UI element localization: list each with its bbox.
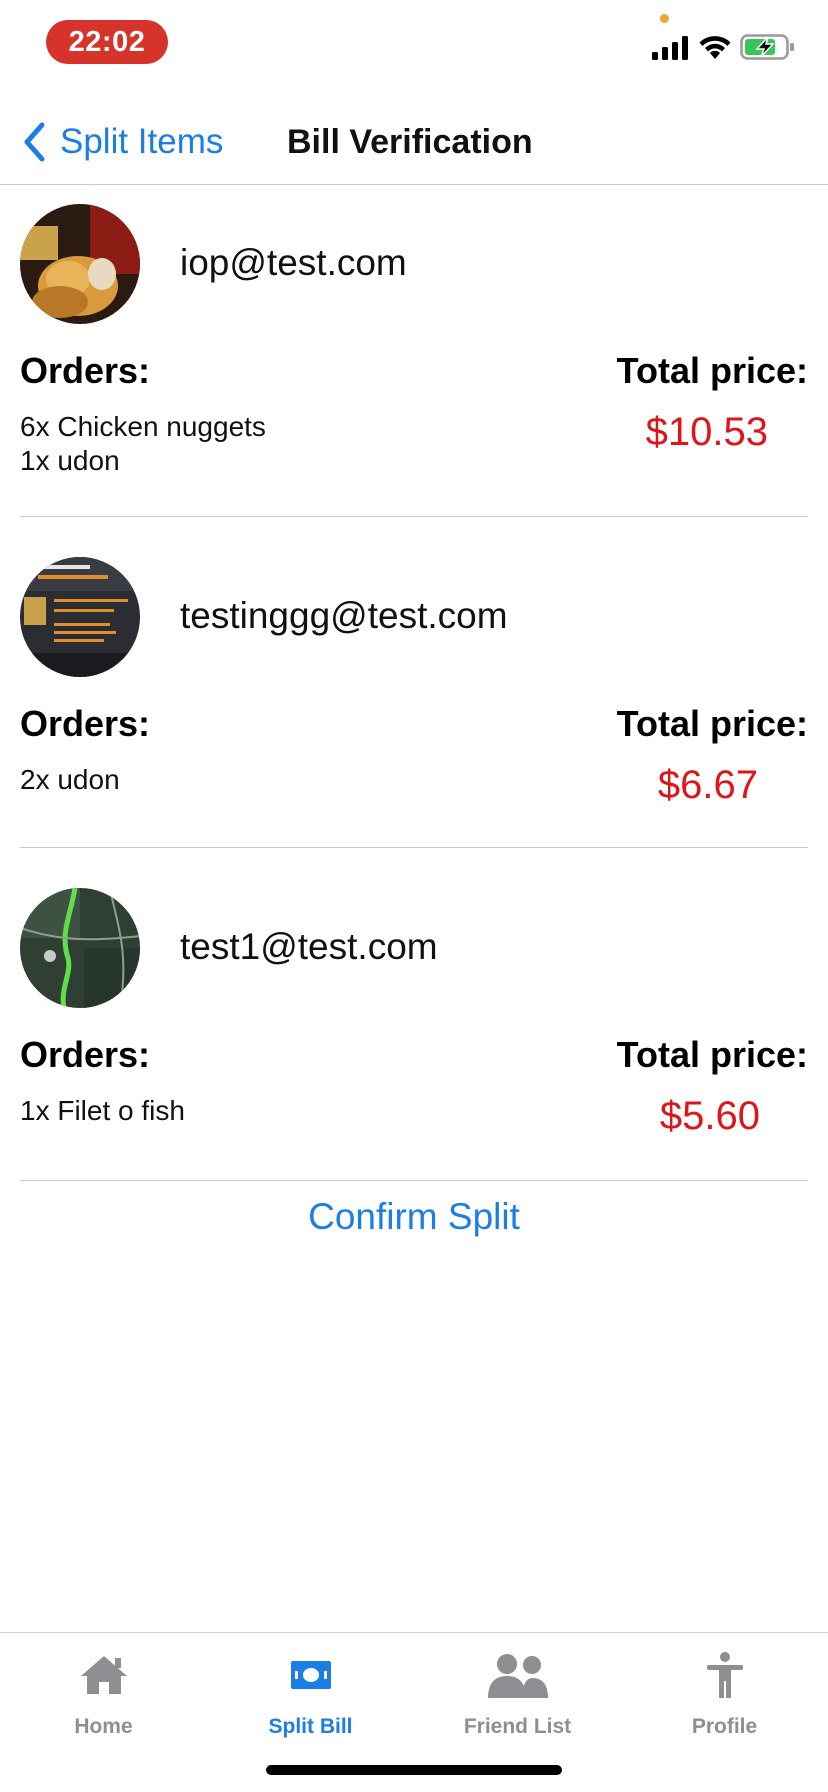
- status-time: 22:02: [46, 20, 168, 64]
- home-icon: [80, 1656, 127, 1694]
- tab-split-bill[interactable]: Split Bill: [207, 1647, 414, 1757]
- tab-home[interactable]: Home: [0, 1647, 207, 1757]
- tab-label: Split Bill: [268, 1715, 353, 1738]
- user-email: testinggg@test.com: [180, 595, 508, 636]
- avatar: [20, 557, 140, 677]
- user-split-card: testinggg@test.com Orders: Total price: …: [20, 557, 808, 848]
- cellular-signal-icon: [652, 36, 688, 60]
- navigation-bar: Split Items Bill Verification: [0, 90, 828, 185]
- total-price-value: $5.60: [659, 1094, 760, 1138]
- back-button-label: Split Items: [60, 122, 224, 161]
- coupon-screenshot-avatar: [20, 557, 140, 677]
- total-price-heading: Total price:: [616, 703, 808, 744]
- user-split-card: test1@test.com Orders: Total price: 1x F…: [20, 888, 808, 1181]
- privacy-indicator-dot: [660, 14, 669, 23]
- tab-friend-list[interactable]: Friend List: [414, 1647, 621, 1757]
- back-button[interactable]: Split Items: [22, 120, 223, 164]
- bill-verification-screen: 22:02 Split Items Bill Verification iop@…: [0, 0, 828, 1792]
- total-price-heading: Total price:: [616, 350, 808, 391]
- chevron-left-icon: [24, 122, 45, 162]
- money-icon: [290, 1661, 331, 1689]
- confirm-split-button[interactable]: Confirm Split: [0, 1196, 828, 1238]
- orders-heading: Orders:: [20, 1034, 151, 1075]
- page-title: Bill Verification: [287, 122, 533, 161]
- order-item: 2x udon: [20, 764, 120, 795]
- people-icon: [487, 1654, 548, 1698]
- status-bar: 22:02: [0, 0, 828, 90]
- tab-label: Profile: [691, 1715, 758, 1738]
- order-item: 1x Filet o fish: [20, 1095, 185, 1126]
- order-item: 6x Chicken nuggets: [20, 411, 266, 442]
- map-avatar: [20, 888, 140, 1008]
- user-split-card: iop@test.com Orders: Total price: 6x Chi…: [20, 204, 808, 517]
- orders-heading: Orders:: [20, 350, 151, 391]
- order-list: 2x udon: [20, 763, 120, 797]
- home-indicator: [266, 1765, 562, 1775]
- user-email: iop@test.com: [180, 242, 407, 283]
- battery-charging-icon: [740, 34, 794, 60]
- total-price-heading: Total price:: [616, 1034, 808, 1075]
- tab-profile[interactable]: Profile: [621, 1647, 828, 1757]
- user-email: test1@test.com: [180, 926, 438, 967]
- food-photo-avatar: [20, 204, 140, 324]
- order-item: 1x udon: [20, 445, 120, 476]
- person-icon: [706, 1652, 743, 1698]
- avatar: [20, 888, 140, 1008]
- total-price-value: $10.53: [645, 410, 768, 454]
- total-price-value: $6.67: [657, 763, 758, 807]
- order-list: 1x Filet o fish: [20, 1094, 185, 1128]
- tab-label: Home: [74, 1715, 133, 1738]
- order-list: 6x Chicken nuggets 1x udon: [20, 410, 266, 478]
- orders-heading: Orders:: [20, 703, 151, 744]
- wifi-icon: [699, 36, 731, 59]
- tab-label: Friend List: [463, 1715, 572, 1738]
- avatar: [20, 204, 140, 324]
